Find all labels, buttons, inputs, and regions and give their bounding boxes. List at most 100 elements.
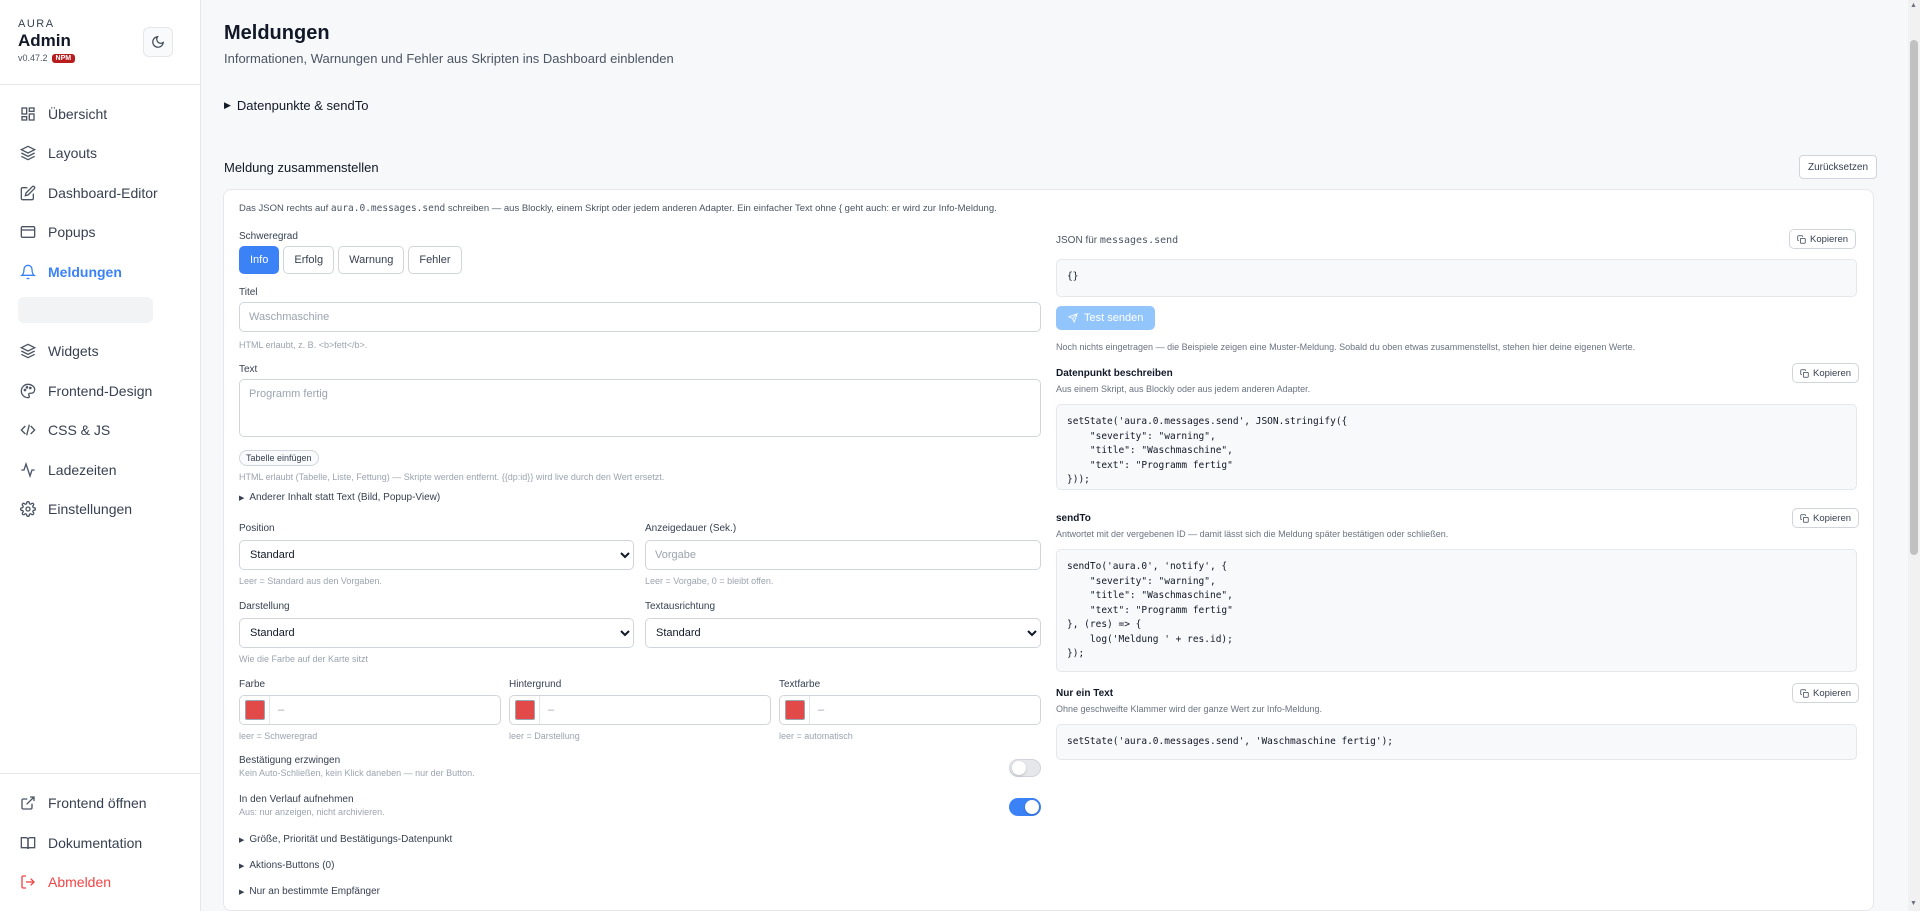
scroll-up-icon[interactable]: ▲ [1910, 2, 1917, 9]
copy-label: Kopieren [1810, 233, 1849, 245]
align-select[interactable]: Standard [645, 618, 1041, 648]
action-buttons-disclosure[interactable]: ▶ Aktions-Buttons (0) [239, 860, 334, 871]
copy-plain-button[interactable]: Kopieren [1792, 683, 1860, 703]
json-label-pre: JSON für [1056, 235, 1100, 246]
moon-icon [152, 36, 164, 48]
textcolor-label: Textfarbe [779, 679, 821, 690]
sidebar-item-label: CSS & JS [48, 422, 111, 438]
severity-erfolg-button[interactable]: Erfolg [283, 246, 335, 274]
dp-code[interactable]: setState('aura.0.messages.send', JSON.st… [1056, 404, 1857, 490]
json-output[interactable]: {} [1056, 259, 1857, 297]
insert-table-button[interactable]: Tabelle einfügen [239, 450, 319, 466]
duration-input[interactable] [645, 540, 1041, 570]
confirm-label: Bestätigung erzwingen [239, 755, 341, 766]
color-input[interactable] [270, 704, 500, 716]
sidebar-item-einstellungen[interactable]: Einstellungen [20, 497, 190, 521]
copy-label: Kopieren [1813, 687, 1852, 699]
bell-icon [20, 264, 36, 280]
textcolor-input[interactable] [810, 704, 1040, 716]
copy-icon [1797, 234, 1806, 244]
confirm-toggle[interactable] [1009, 759, 1041, 777]
sidebar-item-label: Übersicht [48, 106, 108, 122]
history-toggle[interactable] [1009, 798, 1041, 816]
history-label: In den Verlauf aufnehmen [239, 794, 354, 805]
severity-segmented: Info Erfolg Warnung Fehler [239, 246, 462, 274]
triangle-right-icon: ▶ [239, 494, 245, 502]
sidebar-item-meldungen[interactable]: Meldungen [20, 260, 190, 284]
plain-sub: Ohne geschweifte Klammer wird der ganze … [1056, 704, 1322, 714]
severity-fehler-button[interactable]: Fehler [408, 246, 462, 274]
recipients-disclosure[interactable]: ▶ Nur an bestimmte Empfänger [239, 886, 380, 897]
sidebar-item-uebersicht[interactable]: Übersicht [20, 102, 190, 126]
text-hint: HTML erlaubt (Tabelle, Liste, Fettung) —… [239, 472, 665, 482]
sidebar-item-dokumentation[interactable]: Dokumentation [20, 831, 190, 855]
position-label: Position [239, 523, 275, 534]
sidebar-item-label: Layouts [48, 145, 98, 161]
color-swatch-wrap[interactable] [240, 696, 270, 724]
sidebar-item-label: Meldungen [48, 264, 122, 280]
sidebar-item-abmelden[interactable]: Abmelden [20, 870, 190, 894]
scrollbar[interactable]: ▲ ▼ [1908, 0, 1920, 911]
severity-info-button[interactable]: Info [239, 246, 280, 274]
recipients-label: Nur an bestimmte Empfänger [249, 886, 381, 897]
copy-icon [1800, 513, 1809, 523]
alt-content-disclosure[interactable]: ▶ Anderer Inhalt statt Text (Bild, Popup… [239, 492, 440, 503]
title-input[interactable] [239, 302, 1041, 332]
sidebar-item-layouts[interactable]: Layouts [20, 141, 190, 165]
sidebar-divider [0, 773, 201, 774]
sidebar-item-css-js[interactable]: CSS & JS [20, 418, 190, 442]
datapoints-disclosure[interactable]: ▶ Datenpunkte & sendTo [224, 98, 368, 113]
sidebar-item-label: Popups [48, 224, 96, 240]
copy-dp-button[interactable]: Kopieren [1792, 363, 1860, 383]
external-link-icon [21, 796, 35, 810]
sidebar-item-ladezeiten[interactable]: Ladezeiten [20, 458, 190, 482]
sendto-sub: Antwortet mit der vergebenen ID — damit … [1056, 529, 1449, 539]
bg-swatch[interactable] [514, 700, 535, 720]
brand-name: Admin [18, 31, 71, 50]
bg-label: Hintergrund [509, 679, 562, 690]
layers-icon [20, 145, 36, 161]
theme-toggle-button[interactable] [143, 27, 173, 57]
textcolor-swatch[interactable] [784, 700, 805, 720]
sidebar-item-frontend-oeffnen[interactable]: Frontend öffnen [20, 791, 190, 815]
copy-icon [1800, 368, 1809, 378]
gear-icon [20, 501, 36, 517]
triangle-right-icon: ▶ [224, 100, 231, 110]
toggle-knob [1025, 800, 1039, 814]
reset-button[interactable]: Zurücksetzen [1799, 155, 1878, 179]
copy-sendto-button[interactable]: Kopieren [1792, 508, 1860, 528]
display-select[interactable]: Standard [239, 618, 634, 648]
bg-hint: leer = Darstellung [509, 731, 580, 741]
text-textarea[interactable] [239, 379, 1041, 437]
copy-json-button[interactable]: Kopieren [1789, 229, 1857, 249]
severity-warnung-button[interactable]: Warnung [338, 246, 405, 274]
sidebar-item-frontend-design[interactable]: Frontend-Design [20, 379, 190, 403]
bg-input[interactable] [540, 704, 770, 716]
sendto-code[interactable]: sendTo('aura.0', 'notify', { "severity":… [1056, 549, 1857, 672]
position-select[interactable]: Standard [239, 540, 634, 570]
brand-kicker: AURA [18, 18, 55, 30]
plain-title: Nur ein Text [1056, 688, 1114, 699]
edit-icon [20, 185, 36, 201]
more-size-disclosure[interactable]: ▶ Größe, Priorität und Bestätigungs-Date… [239, 834, 452, 845]
title-label: Titel [239, 287, 258, 298]
main-content: Meldungen Informationen, Warnungen und F… [201, 0, 1908, 911]
textcolor-swatch-wrap[interactable] [780, 696, 810, 724]
sidebar-item-widgets[interactable]: Widgets [20, 339, 190, 363]
activity-icon [21, 462, 35, 478]
scroll-thumb[interactable] [1910, 40, 1918, 555]
test-send-button[interactable]: Test senden [1056, 306, 1156, 330]
grid-icon [21, 107, 35, 121]
scroll-down-icon[interactable]: ▼ [1910, 900, 1917, 907]
title-hint: HTML erlaubt, z. B. <b>fett</b>. [239, 340, 368, 350]
bg-swatch-wrap[interactable] [510, 696, 540, 724]
copy-icon [1800, 688, 1809, 698]
plain-code[interactable]: setState('aura.0.messages.send', 'Waschm… [1056, 724, 1857, 760]
info-line: Das JSON rechts auf aura.0.messages.send… [239, 203, 997, 214]
display-label: Darstellung [239, 601, 290, 612]
sidebar-item-popups[interactable]: Popups [20, 220, 190, 244]
color-swatch[interactable] [244, 700, 265, 720]
disclosure-label: Datenpunkte & sendTo [236, 98, 369, 113]
alt-content-label: Anderer Inhalt statt Text (Bild, Popup-V… [249, 492, 441, 503]
sidebar-item-dashboard-editor[interactable]: Dashboard-Editor [20, 181, 190, 205]
